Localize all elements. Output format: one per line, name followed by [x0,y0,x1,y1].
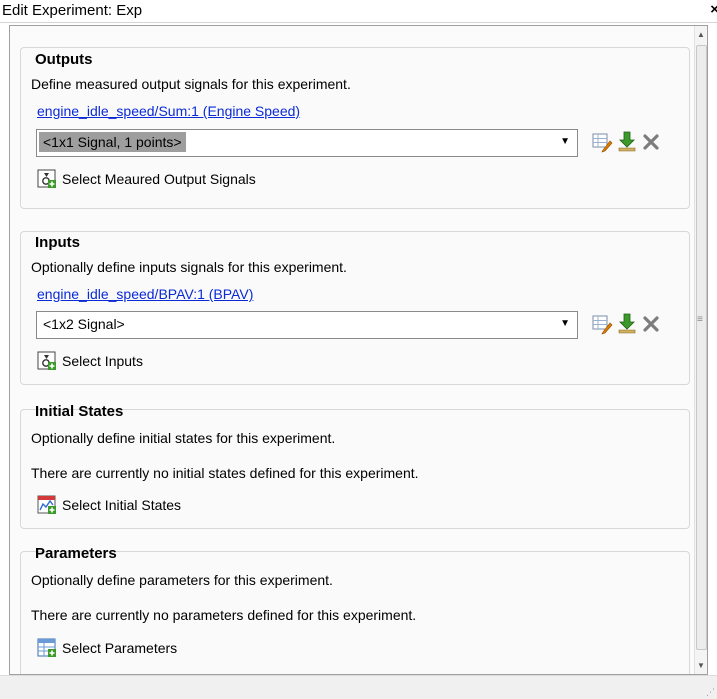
select-parameters-icon [37,638,57,658]
outputs-signal-link[interactable]: engine_idle_speed/Sum:1 (Engine Speed) [37,103,300,119]
select-output-signals-button[interactable]: Select Meaured Output Signals [37,167,256,191]
experiment-panel: Outputs Define measured output signals f… [9,25,708,675]
panel-content: Outputs Define measured output signals f… [10,26,695,674]
select-inputs-button[interactable]: Select Inputs [37,349,143,373]
select-signals-icon [37,169,57,189]
initial-states-section: Initial States Optionally define initial… [20,403,690,529]
title-bar: Edit Experiment: Exp × [0,0,717,23]
select-initial-states-button[interactable]: Select Initial States [37,493,181,517]
status-bar: ⋰ [0,675,717,699]
import-signal-icon[interactable] [616,130,638,152]
delete-signal-icon[interactable] [640,313,662,335]
inputs-description: Optionally define inputs signals for thi… [31,259,347,275]
outputs-section: Outputs Define measured output signals f… [20,47,690,209]
outputs-description: Define measured output signals for this … [31,76,351,92]
initial-states-description: Optionally define initial states for thi… [31,430,336,446]
initial-states-status: There are currently no initial states de… [31,465,419,481]
edit-signal-icon[interactable] [591,131,613,153]
select-states-icon [37,495,57,515]
select-parameters-button[interactable]: Select Parameters [37,636,177,660]
select-initial-states-label: Select Initial States [62,497,182,513]
inputs-section: Inputs Optionally define inputs signals … [20,231,690,385]
vertical-scrollbar[interactable]: ▲ ≡ ▼ [694,26,707,674]
grip-icon: ≡ [697,314,703,325]
edit-signal-icon[interactable] [591,313,613,335]
scroll-up-icon[interactable]: ▲ [697,30,705,39]
outputs-title: Outputs [35,51,93,68]
outputs-signal-combo[interactable]: <1x1 Signal, 1 points> ▼ [36,129,578,157]
parameters-section: Parameters Optionally define parameters … [20,545,690,674]
select-parameters-label: Select Parameters [62,640,178,656]
inputs-title: Inputs [35,234,80,251]
select-signals-icon [37,351,57,371]
outputs-selected-value: <1x1 Signal, 1 points> [39,132,186,152]
select-inputs-label: Select Inputs [62,353,143,369]
window-title: Edit Experiment: Exp [2,2,143,19]
close-button[interactable]: × [710,1,717,18]
delete-signal-icon[interactable] [640,131,662,153]
scroll-thumb[interactable] [696,45,707,650]
initial-states-title: Initial States [35,403,124,420]
scroll-down-icon[interactable]: ▼ [697,661,705,670]
parameters-status: There are currently no parameters define… [31,607,417,623]
parameters-description: Optionally define parameters for this ex… [31,572,333,588]
inputs-signal-link[interactable]: engine_idle_speed/BPAV:1 (BPAV) [37,286,253,302]
inputs-signal-combo[interactable]: <1x2 Signal> ▼ [36,311,578,339]
parameters-title: Parameters [35,545,117,562]
chevron-down-icon[interactable]: ▼ [560,136,570,147]
resize-grip-icon[interactable]: ⋰ [706,687,715,698]
chevron-down-icon[interactable]: ▼ [560,318,570,329]
select-output-signals-label: Select Meaured Output Signals [62,171,256,187]
inputs-selected-value: <1x2 Signal> [43,316,125,332]
import-signal-icon[interactable] [616,312,638,334]
